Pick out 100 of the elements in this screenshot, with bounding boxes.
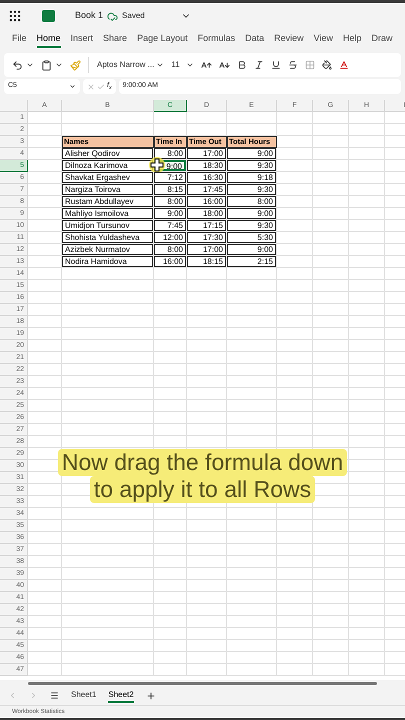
table-cell[interactable]: Nodira Hamidova <box>62 256 153 267</box>
grid-cell[interactable] <box>313 568 349 580</box>
grid-cell[interactable] <box>277 208 313 220</box>
grid-cell[interactable] <box>227 376 277 388</box>
bold-icon[interactable] <box>236 60 247 70</box>
grid-cell[interactable] <box>227 268 277 280</box>
grid-cell[interactable] <box>313 388 349 400</box>
grid-cell[interactable] <box>227 352 277 364</box>
grid-cell[interactable] <box>227 412 277 424</box>
table-cell[interactable]: 18:00 <box>187 208 226 219</box>
underline-icon[interactable] <box>270 60 281 70</box>
grid-cell[interactable] <box>154 532 187 544</box>
grid-cell[interactable] <box>349 640 385 652</box>
grid-cell[interactable] <box>62 400 154 412</box>
sheet-tab[interactable]: Sheet1 <box>71 688 96 702</box>
table-cell[interactable]: 7:12 <box>154 172 186 183</box>
grid-cell[interactable] <box>62 364 154 376</box>
grid-cell[interactable] <box>277 220 313 232</box>
table-cell[interactable]: 16:00 <box>154 256 186 267</box>
table-cell[interactable]: 16:30 <box>187 172 226 183</box>
table-cell[interactable]: Umidjon Tursunov <box>62 220 153 231</box>
grid-cell[interactable] <box>313 112 349 124</box>
grid-cell[interactable] <box>62 388 154 400</box>
grid-cell[interactable] <box>349 124 385 136</box>
grid-cell[interactable] <box>62 376 154 388</box>
grid-cell[interactable] <box>187 400 227 412</box>
grid-cell[interactable] <box>28 340 62 352</box>
grid-cell[interactable] <box>62 508 154 520</box>
grid-cell[interactable] <box>187 628 227 640</box>
grid-cell[interactable] <box>62 280 154 292</box>
grid-cell[interactable] <box>227 508 277 520</box>
grid-cell[interactable] <box>154 400 187 412</box>
grid-cell[interactable] <box>313 196 349 208</box>
grid-cell[interactable] <box>313 520 349 532</box>
grid-cell[interactable] <box>313 352 349 364</box>
grid-cell[interactable] <box>62 592 154 604</box>
grid-cell[interactable] <box>349 352 385 364</box>
table-cell[interactable]: 18:30 <box>187 160 226 171</box>
grid-cell[interactable] <box>313 628 349 640</box>
table-cell[interactable]: Rustam Abdullayev <box>62 196 153 207</box>
grid-cell[interactable] <box>277 112 313 124</box>
grid-cell[interactable] <box>349 472 385 484</box>
enter-icon[interactable] <box>97 82 105 90</box>
grid-cell[interactable] <box>349 256 385 268</box>
grid-cell[interactable] <box>227 280 277 292</box>
grid-cell[interactable] <box>62 664 154 676</box>
grid-cell[interactable] <box>28 556 62 568</box>
grid-cell[interactable] <box>313 328 349 340</box>
table-cell[interactable]: 9:00 <box>227 244 276 255</box>
grid-cell[interactable] <box>313 220 349 232</box>
grid-cell[interactable] <box>277 388 313 400</box>
grid-cell[interactable] <box>154 628 187 640</box>
grid-cell[interactable] <box>313 316 349 328</box>
grid-cell[interactable] <box>349 568 385 580</box>
grid-cell[interactable] <box>349 580 385 592</box>
grid-cell[interactable] <box>28 328 62 340</box>
table-cell[interactable]: Azizbek Nurmatov <box>62 244 153 255</box>
table-cell[interactable]: 17:15 <box>187 220 226 231</box>
grid-cell[interactable] <box>313 340 349 352</box>
grid-cell[interactable] <box>62 556 154 568</box>
grid-cell[interactable] <box>187 340 227 352</box>
grid-cell[interactable] <box>28 268 62 280</box>
grid-cell[interactable] <box>187 280 227 292</box>
grid-cell[interactable] <box>187 568 227 580</box>
table-cell[interactable]: 2:15 <box>227 256 276 267</box>
grid-cell[interactable] <box>349 328 385 340</box>
table-cell[interactable]: Shavkat Ergashev <box>62 172 153 183</box>
grid-cell[interactable] <box>187 112 227 124</box>
grid-cell[interactable] <box>187 604 227 616</box>
grid-cell[interactable] <box>349 460 385 472</box>
grid-cell[interactable] <box>28 652 62 664</box>
grid-cell[interactable] <box>62 640 154 652</box>
grid-cell[interactable] <box>62 352 154 364</box>
grid-cell[interactable] <box>313 268 349 280</box>
grid-cell[interactable] <box>154 376 187 388</box>
menu-tab[interactable]: View <box>314 32 334 48</box>
grid-cell[interactable] <box>349 544 385 556</box>
table-cell[interactable]: Nargiza Toirova <box>62 184 153 195</box>
grid-cell[interactable] <box>28 292 62 304</box>
grid-cell[interactable] <box>349 592 385 604</box>
grid-cell[interactable] <box>187 616 227 628</box>
chevron-down-icon[interactable] <box>26 61 34 69</box>
horizontal-scrollbar[interactable] <box>28 682 377 684</box>
all-sheets-icon[interactable] <box>50 691 59 700</box>
grid-cell[interactable] <box>154 424 187 436</box>
table-cell[interactable]: 8:15 <box>154 184 186 195</box>
grid-cell[interactable] <box>313 412 349 424</box>
grid-cell[interactable] <box>28 664 62 676</box>
grid-cell[interactable] <box>62 532 154 544</box>
menu-tab[interactable]: Draw <box>372 32 393 48</box>
grid-cell[interactable] <box>62 616 154 628</box>
grid-cell[interactable] <box>28 124 62 136</box>
grid-cell[interactable] <box>187 268 227 280</box>
table-cell[interactable]: Alisher Qodirov <box>62 148 153 159</box>
table-cell[interactable]: 9:00 <box>227 148 276 159</box>
grid-cell[interactable] <box>349 184 385 196</box>
grid-cell[interactable] <box>28 424 62 436</box>
grid-cell[interactable] <box>313 616 349 628</box>
grid-cell[interactable] <box>227 652 277 664</box>
font-size-dropdown[interactable]: 11 <box>171 57 194 73</box>
